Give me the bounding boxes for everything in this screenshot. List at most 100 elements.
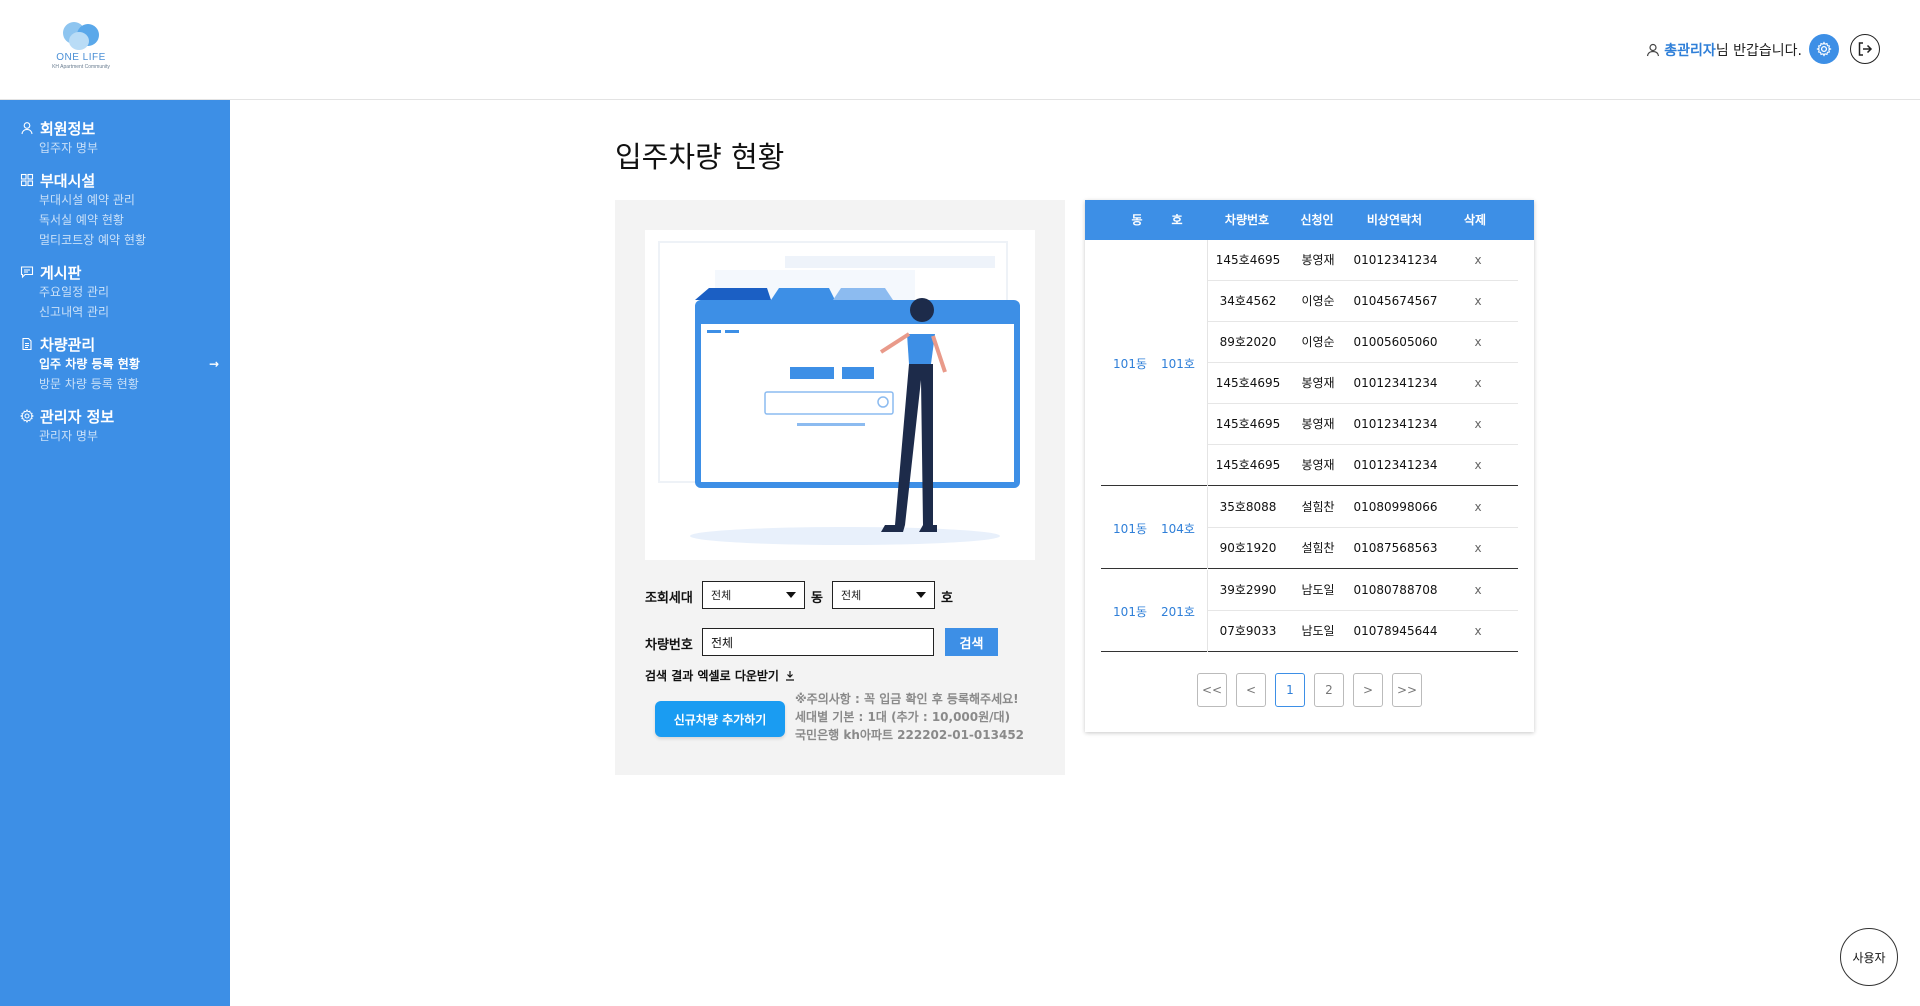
- dong-select-value: 전체: [711, 589, 732, 602]
- ho-select-value: 전체: [841, 589, 862, 602]
- nav-title-board: 게시판: [40, 263, 82, 282]
- nav-head-board[interactable]: 게시판: [20, 262, 230, 282]
- table-row: 145호4695 봉영재 01012341234 x: [1208, 363, 1518, 404]
- delete-button[interactable]: x: [1468, 363, 1488, 404]
- page-button-1[interactable]: 1: [1275, 673, 1305, 707]
- cell-car: 39호2990: [1219, 583, 1277, 597]
- delete-button[interactable]: x: [1468, 445, 1488, 486]
- settings-button[interactable]: [1809, 34, 1839, 64]
- delete-button[interactable]: x: [1468, 240, 1488, 281]
- dong-select[interactable]: 전체: [702, 581, 805, 609]
- search-illustration: [645, 230, 1035, 560]
- notice-line: 세대별 기본 : 1대 (추가 : 10,000원/대): [795, 710, 1011, 724]
- table-row: 145호4695 봉영재 01012341234 x: [1208, 240, 1518, 281]
- cell-phone: 01012341234: [1353, 253, 1438, 267]
- excel-download-label: 검색 결과 엑셀로 다운받기: [645, 669, 779, 683]
- one-life-logo[interactable]: ONE LIFE KH Apartment Community: [48, 20, 114, 78]
- ho-select[interactable]: 전체: [832, 581, 935, 609]
- cell-car: 07호9033: [1219, 624, 1277, 638]
- vehicle-table: 동 호 차량번호 신청인 비상연락처 삭제 101동 101호 145호4695…: [1085, 200, 1534, 732]
- sidebar-item-admin-list[interactable]: 관리자 명부: [39, 426, 230, 446]
- cell-name: 설힘찬: [1301, 541, 1335, 555]
- table-row: 89호2020 이영순 01005605060 x: [1208, 322, 1518, 363]
- cell-name: 봉영재: [1301, 417, 1335, 431]
- first-page-button[interactable]: <<: [1197, 673, 1227, 707]
- delete-button[interactable]: x: [1468, 611, 1488, 652]
- cell-phone: 01005605060: [1353, 335, 1438, 349]
- cell-car: 145호4695: [1215, 376, 1281, 390]
- household-group: 101동 104호 35호8088 설힘찬 01080998066 x 90호1…: [1101, 487, 1518, 569]
- delete-button[interactable]: x: [1468, 322, 1488, 363]
- col-ho: 호: [1171, 213, 1183, 227]
- cell-phone: 01080788708: [1353, 583, 1438, 597]
- cell-name: 봉영재: [1301, 458, 1335, 472]
- arrow-right-icon: →: [208, 357, 219, 371]
- cell-name: 설힘찬: [1301, 500, 1335, 514]
- household-label: 조회세대: [645, 591, 693, 606]
- nav-group-admin: 관리자 정보 관리자 명부: [20, 406, 230, 446]
- household-label: 101동 201호: [1101, 570, 1207, 652]
- cell-phone: 01012341234: [1353, 458, 1438, 472]
- cell-car: 35호8088: [1219, 500, 1277, 514]
- page-button-2[interactable]: 2: [1314, 673, 1344, 707]
- sidebar-item-multicourt[interactable]: 멀티코트장 예약 현황: [39, 230, 230, 250]
- sidebar-item-visitor-vehicles[interactable]: 방문 차량 등록 현황: [39, 374, 230, 394]
- page-title: 입주차량 현황: [615, 140, 785, 174]
- household-group: 101동 101호 145호4695 봉영재 01012341234 x 34호…: [1101, 240, 1518, 486]
- delete-button[interactable]: x: [1468, 281, 1488, 322]
- cell-phone: 01087568563: [1353, 541, 1438, 555]
- car-number-input[interactable]: 전체: [702, 628, 934, 656]
- add-vehicle-button[interactable]: 신규차량 추가하기: [655, 701, 785, 737]
- cell-name: 봉영재: [1301, 376, 1335, 390]
- search-button[interactable]: 검색: [945, 628, 998, 656]
- sidebar-item-reading-room[interactable]: 독서실 예약 현황: [39, 210, 230, 230]
- logout-icon: [1858, 42, 1873, 56]
- group-ho: 201호: [1161, 604, 1195, 619]
- download-icon: [785, 671, 794, 681]
- notice-text: ※주의사항 : 꼭 입금 확인 후 등록해주세요! 세대별 기본 : 1대 (추…: [795, 690, 1024, 744]
- excel-download-link[interactable]: 검색 결과 엑셀로 다운받기: [645, 667, 795, 684]
- nav-head-vehicle[interactable]: 차량관리: [20, 334, 230, 354]
- sidebar-item-schedule[interactable]: 주요일정 관리: [39, 282, 230, 302]
- table-row: 90호1920 설힘찬 01087568563 x: [1208, 528, 1518, 569]
- sidebar-item-reports[interactable]: 신고내역 관리: [39, 302, 230, 322]
- table-row: 145호4695 봉영재 01012341234 x: [1208, 404, 1518, 445]
- col-applicant: 신청인: [1300, 213, 1334, 227]
- table-row: 07호9033 남도일 01078945644 x: [1208, 611, 1518, 652]
- notice-line: 국민은행 kh아파트 222202-01-013452: [795, 728, 1025, 742]
- ho-suffix: 호: [941, 591, 953, 606]
- delete-button[interactable]: x: [1468, 528, 1488, 569]
- document-icon: [22, 337, 32, 351]
- cell-phone: 01078945644: [1353, 624, 1438, 638]
- nav-group-facility: 부대시설 부대시설 예약 관리 독서실 예약 현황 멀티코트장 예약 현황: [20, 170, 230, 250]
- sidebar-item-resident-list[interactable]: 입주자 명부: [39, 138, 230, 158]
- col-phone: 비상연락처: [1366, 213, 1423, 227]
- illustration-image: [658, 241, 1020, 545]
- user-icon: [1647, 43, 1660, 57]
- next-page-button[interactable]: >: [1353, 673, 1383, 707]
- last-page-button[interactable]: >>: [1392, 673, 1422, 707]
- delete-button[interactable]: x: [1468, 570, 1488, 611]
- sidebar-item-facility-reservation[interactable]: 부대시설 예약 관리: [39, 190, 230, 210]
- greeting: 총관리자님 반갑습니다.: [1646, 40, 1802, 60]
- nav-head-facility[interactable]: 부대시설: [20, 170, 230, 190]
- cell-car: 145호4695: [1215, 417, 1281, 431]
- sidebar-item-resident-vehicles[interactable]: 입주 차량 등록 현황 →: [39, 354, 219, 374]
- nav-head-member[interactable]: 회원정보: [20, 118, 230, 138]
- cell-phone: 01012341234: [1353, 376, 1438, 390]
- logout-button[interactable]: [1850, 34, 1880, 64]
- admin-name: 총관리자: [1664, 43, 1716, 59]
- group-rows: 145호4695 봉영재 01012341234 x 34호4562 이영순 0…: [1207, 240, 1518, 486]
- cell-name: 남도일: [1301, 624, 1335, 638]
- notice-line: ※주의사항 : 꼭 입금 확인 후 등록해주세요!: [795, 692, 1019, 706]
- cell-car: 89호2020: [1219, 335, 1277, 349]
- nav-head-admin[interactable]: 관리자 정보: [20, 406, 230, 426]
- user-mode-button[interactable]: 사용자: [1840, 928, 1898, 986]
- household-group: 101동 201호 39호2990 남도일 01080788708 x 07호9…: [1101, 570, 1518, 652]
- nav-title-admin: 관리자 정보: [40, 407, 115, 426]
- table-row: 145호4695 봉영재 01012341234 x: [1208, 445, 1518, 486]
- prev-page-button[interactable]: <: [1236, 673, 1266, 707]
- group-dong: 101동: [1113, 521, 1147, 536]
- delete-button[interactable]: x: [1468, 487, 1488, 528]
- delete-button[interactable]: x: [1468, 404, 1488, 445]
